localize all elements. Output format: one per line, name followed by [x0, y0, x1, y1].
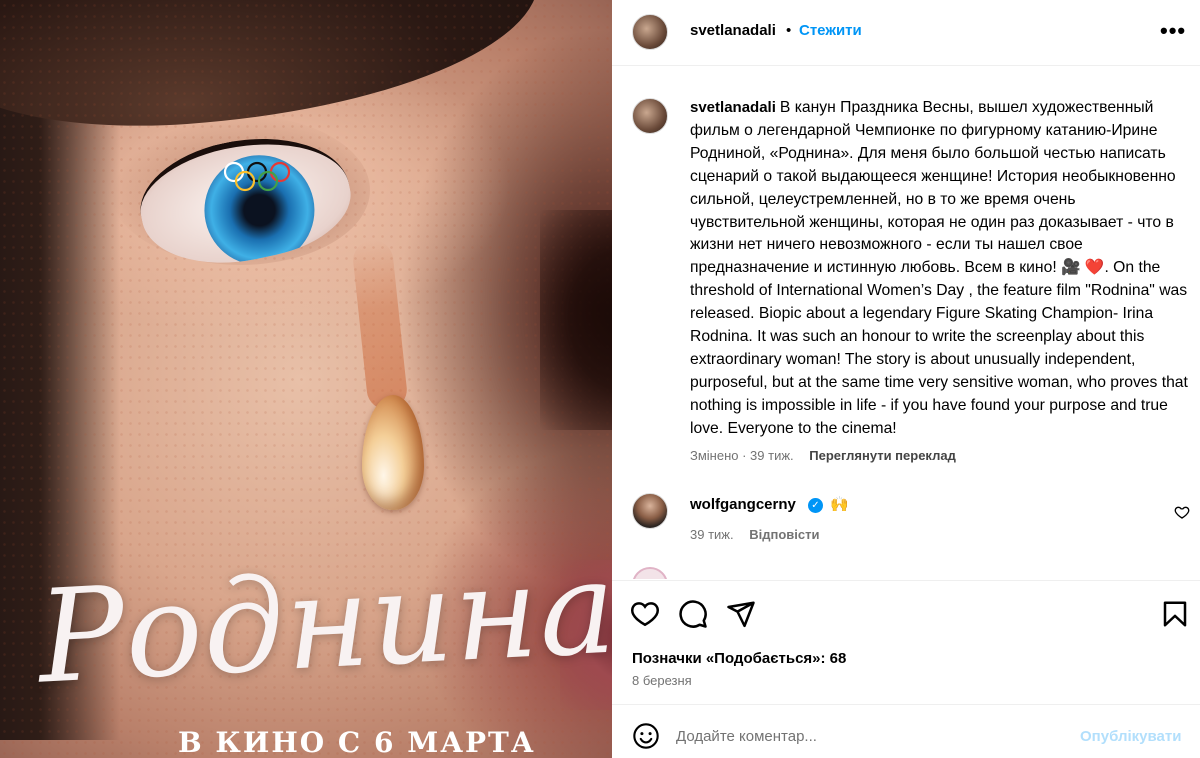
- poster-title: Роднина: [34, 533, 612, 713]
- caption-text: В канун Праздника Весны, вышел художеств…: [690, 99, 1188, 437]
- emoji-icon[interactable]: [632, 722, 660, 750]
- comment-input[interactable]: [676, 719, 1066, 753]
- share-icon[interactable]: [726, 599, 756, 629]
- poster-release-date: В КИНО С 6 МАРТА: [178, 726, 536, 758]
- author-avatar[interactable]: [632, 14, 668, 50]
- post-date[interactable]: 8 березня: [632, 673, 692, 688]
- commenter-username[interactable]: wolfgangcerny: [690, 496, 796, 513]
- commenter-avatar[interactable]: [632, 493, 668, 529]
- more-icon[interactable]: •••: [1160, 18, 1186, 44]
- comment-meta: 39 тиж. Відповісти: [690, 527, 819, 542]
- caption-username[interactable]: svetlanadali: [690, 99, 776, 116]
- olympic-rings-icon: [223, 161, 291, 192]
- post-actions: Позначки «Подобається»: 68 8 березня: [612, 580, 1200, 704]
- next-commenter-avatar[interactable]: [632, 567, 668, 579]
- heart-icon[interactable]: [630, 599, 660, 629]
- edited-label: Змінено · 39 тиж.: [690, 448, 794, 463]
- post-header: svetlanadali • Стежити •••: [612, 0, 1200, 66]
- comment-icon[interactable]: [678, 599, 708, 629]
- next-comment-partial: …: [690, 570, 705, 579]
- see-translation-link[interactable]: Переглянути переклад: [809, 448, 956, 463]
- caption-avatar[interactable]: [632, 98, 668, 134]
- bookmark-icon[interactable]: [1160, 599, 1190, 629]
- reply-link[interactable]: Відповісти: [749, 527, 819, 542]
- comment-time: 39 тиж.: [690, 527, 734, 542]
- publish-button[interactable]: Опублікувати: [1080, 728, 1181, 745]
- add-comment-bar: Опублікувати: [612, 704, 1200, 758]
- comment-like-heart-icon[interactable]: [1174, 504, 1190, 520]
- verified-icon: ✓: [808, 498, 823, 513]
- post-sidebar: svetlanadali • Стежити ••• svetlanadali В…: [612, 0, 1200, 758]
- author-username[interactable]: svetlanadali: [690, 22, 776, 39]
- separator-dot: •: [786, 22, 792, 39]
- nose-shadow: [540, 210, 612, 430]
- post-image[interactable]: Роднина В КИНО С 6 МАРТА: [0, 0, 612, 758]
- likes-count[interactable]: Позначки «Подобається»: 68: [632, 650, 846, 667]
- caption-body: svetlanadali В канун Праздника Весны, выш…: [690, 97, 1188, 441]
- follow-button[interactable]: Стежити: [799, 22, 862, 39]
- comments-scroll-area[interactable]: svetlanadali В канун Праздника Весны, выш…: [612, 67, 1200, 579]
- caption-meta: Змінено · 39 тиж. Переглянути переклад: [690, 448, 956, 463]
- comment-text: 🙌: [830, 496, 849, 513]
